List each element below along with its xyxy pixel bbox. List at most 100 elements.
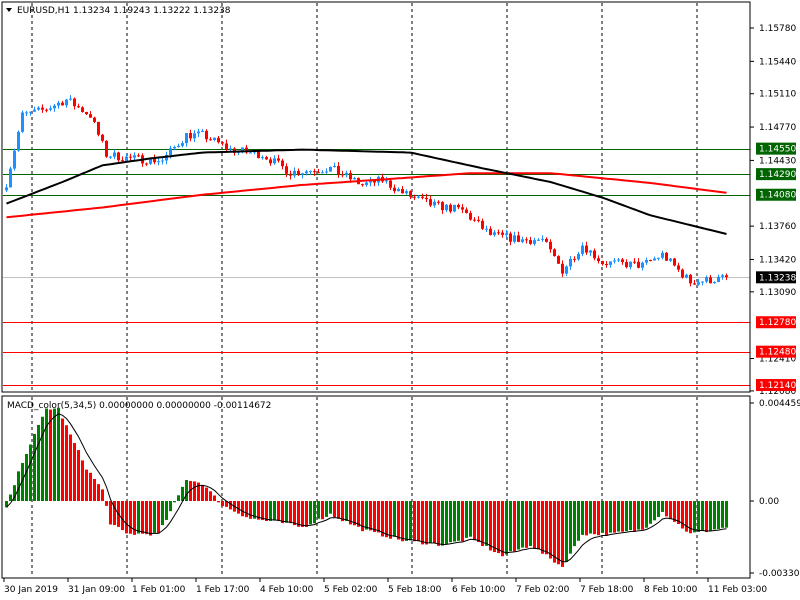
candle-body: [285, 166, 288, 174]
candle-body: [725, 275, 728, 278]
macd-bar: [545, 501, 548, 555]
candle-body: [269, 159, 272, 164]
time-tick-label: 4 Feb 10:00: [260, 585, 314, 595]
macd-bar: [449, 501, 452, 543]
candle-body: [297, 170, 300, 175]
macd-bar: [485, 501, 488, 546]
candle-body: [229, 148, 232, 150]
candle-body: [189, 133, 192, 139]
candle-body: [465, 209, 468, 213]
macd-bar: [41, 416, 44, 501]
open-value: 1.13234: [73, 6, 110, 16]
macd-bar: [241, 501, 244, 517]
candle-body: [713, 282, 716, 284]
macd-bar: [629, 501, 632, 531]
level-price-label: 1.13238: [759, 273, 796, 283]
candle-body: [313, 171, 316, 173]
candle-body: [509, 233, 512, 242]
macd-bar: [109, 501, 112, 525]
macd-bar: [357, 501, 360, 527]
macd-bar: [177, 495, 180, 501]
candle-body: [657, 257, 660, 259]
candle-body: [597, 258, 600, 262]
candle-body: [581, 245, 584, 254]
macd-bar: [81, 460, 84, 501]
candle-body: [625, 262, 628, 268]
macd-bar: [697, 501, 700, 532]
macd-bar: [329, 501, 332, 514]
candle-body: [477, 219, 480, 221]
macd-bar: [69, 434, 72, 501]
macd-bar: [717, 501, 720, 530]
macd-bar: [245, 501, 248, 518]
candle-body: [29, 111, 32, 113]
macd-bar: [609, 501, 612, 533]
macd-bar: [45, 408, 48, 501]
macd-bar: [653, 501, 656, 521]
macd-bar: [173, 501, 176, 503]
macd-bar: [345, 501, 348, 522]
macd-bar: [661, 501, 664, 512]
macd-bar: [493, 501, 496, 553]
macd-bar: [365, 501, 368, 530]
chart-canvas[interactable]: 1.15780 1.15440 1.15110 1.14770 1.14430 1.137…: [0, 0, 800, 600]
candle-body: [221, 142, 224, 144]
level-price-label: 1.12780: [759, 318, 796, 328]
candle-body: [681, 269, 684, 278]
candle-body: [553, 249, 556, 257]
price-tick-label: 1.15780: [759, 24, 796, 34]
macd-bar: [153, 501, 156, 533]
macd-tick-label: 0.0044594: [759, 399, 800, 409]
macd-bar: [185, 480, 188, 501]
candle-body: [293, 170, 296, 176]
close-value: 1.13238: [193, 6, 230, 16]
candle-body: [693, 283, 696, 285]
candle-body: [321, 172, 324, 174]
macd-bar: [533, 501, 536, 549]
candle-body: [653, 258, 656, 261]
candle-body: [397, 189, 400, 192]
macd-bar: [161, 501, 164, 526]
macd-bar: [265, 501, 268, 522]
macd-bar: [385, 501, 388, 538]
macd-bar: [505, 501, 508, 555]
macd-bar: [237, 501, 240, 514]
macd-bar: [169, 501, 172, 512]
candle-body: [561, 263, 564, 274]
macd-bar: [597, 501, 600, 536]
macd-bar: [461, 501, 464, 542]
macd-bar: [633, 501, 636, 532]
candle-body: [93, 117, 96, 122]
candle-body: [441, 202, 444, 211]
macd-bar: [477, 501, 480, 543]
candle-body: [389, 180, 392, 188]
candle-body: [129, 156, 132, 158]
macd-bar: [209, 491, 212, 501]
candle-body: [429, 199, 432, 206]
candle-body: [697, 282, 700, 285]
candle-body: [473, 219, 476, 221]
candle-body: [689, 274, 692, 284]
candle-body: [333, 165, 336, 167]
candle-body: [549, 241, 552, 250]
candle-body: [529, 240, 532, 244]
time-tick-label: 6 Feb 10:00: [452, 585, 506, 595]
level-price-label: 1.12140: [759, 381, 796, 391]
candle-body: [661, 252, 664, 258]
candle-body: [537, 239, 540, 241]
candle-body: [533, 240, 536, 244]
candle-body: [105, 140, 108, 157]
macd-bar: [649, 501, 652, 524]
candle-body: [65, 99, 68, 106]
macd-bar: [421, 501, 424, 545]
macd-bar: [317, 501, 320, 519]
candle-body: [461, 207, 464, 210]
candle-body: [629, 261, 632, 268]
time-tick-label: 5 Feb 02:00: [324, 585, 378, 595]
candle-body: [665, 252, 668, 261]
macd-bar: [137, 501, 140, 534]
macd-bar: [433, 501, 436, 544]
macd-bar: [425, 501, 428, 545]
candle-body: [53, 105, 56, 109]
macd-bar: [641, 501, 644, 530]
